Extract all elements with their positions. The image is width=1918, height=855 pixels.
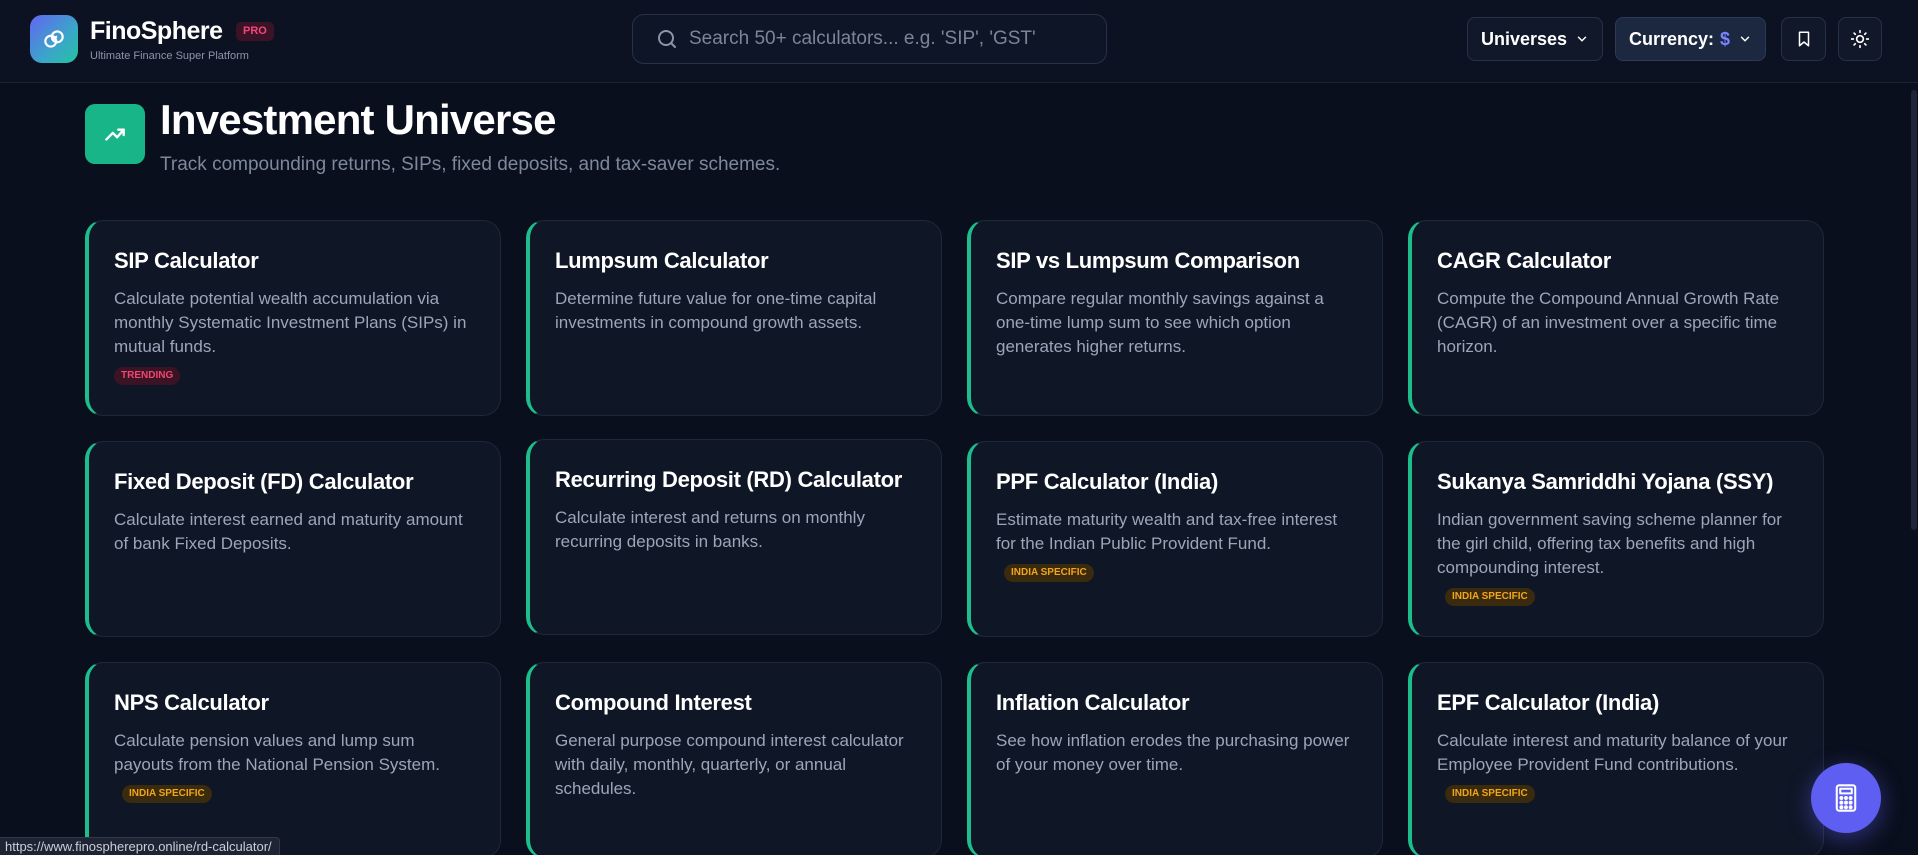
- card-description: Calculate potential wealth accumulation …: [114, 289, 467, 356]
- trending-up-icon: [105, 128, 125, 141]
- section-title: Investment Universe: [160, 96, 556, 143]
- scrollbar-thumb[interactable]: [1911, 90, 1917, 530]
- sun-icon: [1850, 29, 1870, 49]
- currency-label: Currency:: [1628, 28, 1714, 49]
- link-coins-icon: [44, 30, 64, 48]
- india-specific-badge: INDIA SPECIFIC: [1445, 588, 1535, 606]
- card-description: Calculate pension values and lump sum pa…: [114, 731, 440, 774]
- india-specific-badge: INDIA SPECIFIC: [1004, 564, 1094, 582]
- section-icon: [85, 104, 145, 164]
- brand-name[interactable]: FinoSphere: [90, 17, 223, 46]
- card-description: Calculate interest earned and maturity a…: [114, 510, 463, 553]
- search-icon: [658, 30, 676, 48]
- card-description: General purpose compound interest calcul…: [555, 731, 904, 798]
- calculator-card[interactable]: NPS Calculator Calculate pension values a…: [85, 662, 501, 855]
- bookmark-button[interactable]: [1781, 17, 1826, 61]
- card-title: Inflation Calculator: [996, 690, 1190, 715]
- logo[interactable]: [30, 15, 78, 63]
- calculator-card[interactable]: Fixed Deposit (FD) Calculator Calculate i…: [85, 441, 501, 637]
- calculator-card[interactable]: SIP vs Lumpsum Comparison Compare regular…: [967, 220, 1383, 416]
- card-description: Compare regular monthly savings against …: [996, 289, 1324, 356]
- currency-symbol: $: [1720, 28, 1731, 49]
- calculator-card[interactable]: CAGR Calculator Compute the Compound Annu…: [1408, 220, 1824, 416]
- brand-tagline: Ultimate Finance Super Platform: [90, 50, 249, 62]
- chevron-down-icon: [1740, 36, 1750, 42]
- currency-dropdown[interactable]: Currency: $: [1615, 17, 1766, 61]
- search-bar[interactable]: [632, 14, 1107, 64]
- universes-label: Universes: [1480, 28, 1568, 49]
- universes-dropdown[interactable]: Universes: [1467, 17, 1603, 61]
- card-title: Sukanya Samriddhi Yojana (SSY): [1437, 469, 1774, 494]
- calculator-card[interactable]: Recurring Deposit (RD) Calculator Calcula…: [526, 439, 942, 635]
- card-title: EPF Calculator (India): [1437, 690, 1659, 715]
- card-description: Indian government saving scheme planner …: [1437, 510, 1782, 577]
- section-subtitle: Track compounding returns, SIPs, fixed d…: [160, 154, 781, 175]
- card-title: Fixed Deposit (FD) Calculator: [114, 469, 414, 494]
- card-title: SIP Calculator: [114, 248, 259, 273]
- calculator-card[interactable]: Inflation Calculator See how inflation er…: [967, 662, 1383, 855]
- india-specific-badge: INDIA SPECIFIC: [122, 785, 212, 803]
- calculator-card[interactable]: Compound Interest General purpose compoun…: [526, 662, 942, 855]
- card-title: CAGR Calculator: [1437, 248, 1611, 273]
- india-specific-badge: INDIA SPECIFIC: [1445, 785, 1535, 803]
- card-description: See how inflation erodes the purchasing …: [996, 731, 1350, 774]
- calculator-card[interactable]: EPF Calculator (India) Calculate interest…: [1408, 662, 1824, 855]
- card-title: Recurring Deposit (RD) Calculator: [555, 467, 903, 492]
- calculator-card[interactable]: Lumpsum Calculator Determine future value…: [526, 220, 942, 416]
- card-description: Compute the Compound Annual Growth Rate …: [1437, 289, 1780, 356]
- status-bar-url: https://www.finospherepro.online/rd-calc…: [0, 837, 280, 855]
- bookmark-icon: [1798, 31, 1809, 47]
- calculator-grid: SIP Calculator Calculate potential wealth…: [85, 220, 1825, 855]
- calculator-card[interactable]: PPF Calculator (India) Estimate maturity …: [967, 441, 1383, 637]
- card-description: Determine future value for one-time capi…: [555, 289, 877, 332]
- card-title: Compound Interest: [555, 690, 752, 715]
- card-description: Estimate maturity wealth and tax-free in…: [996, 510, 1338, 553]
- calculator-card[interactable]: Sukanya Samriddhi Yojana (SSY) Indian gov…: [1408, 441, 1824, 637]
- pro-badge: PRO: [236, 22, 274, 41]
- trending-badge: TRENDING: [114, 367, 181, 385]
- calculator-fab-button[interactable]: [1811, 763, 1881, 833]
- card-title: PPF Calculator (India): [996, 469, 1218, 494]
- chevron-down-icon: [1577, 36, 1587, 42]
- card-title: NPS Calculator: [114, 690, 269, 715]
- card-title: SIP vs Lumpsum Comparison: [996, 248, 1300, 273]
- card-title: Lumpsum Calculator: [555, 248, 769, 273]
- calculator-card[interactable]: SIP Calculator Calculate potential wealth…: [85, 220, 501, 416]
- theme-toggle-button[interactable]: [1838, 17, 1882, 61]
- search-input[interactable]: [689, 19, 1106, 59]
- card-description: Calculate interest and maturity balance …: [1437, 731, 1788, 774]
- card-description: Calculate interest and returns on monthl…: [555, 508, 865, 551]
- top-header: FinoSphere PRO Ultimate Finance Super Pl…: [0, 0, 1918, 83]
- calculator-icon: [1835, 784, 1857, 812]
